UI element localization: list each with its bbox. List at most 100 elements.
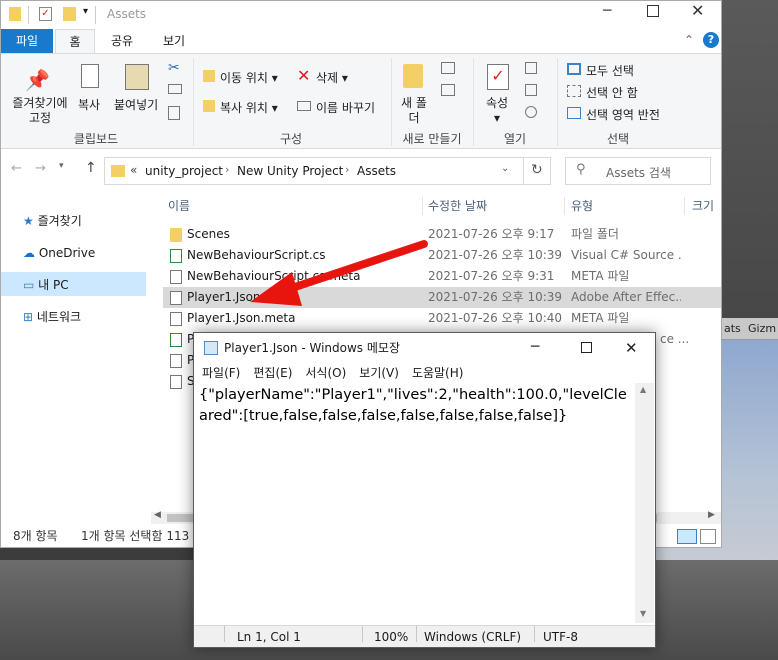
move-to-button[interactable]: 이동 위치 ▾ bbox=[220, 69, 278, 86]
column-header-type[interactable]: 유형 bbox=[571, 195, 593, 217]
new-group-label: 새로 만들기 bbox=[402, 132, 462, 146]
select-all-button[interactable]: 모두 선택 bbox=[586, 62, 634, 79]
scroll-left-icon[interactable]: ◀ bbox=[154, 510, 161, 520]
menu-edit[interactable]: 편집(E) bbox=[253, 366, 292, 380]
cursor-position: Ln 1, Col 1 bbox=[237, 630, 301, 644]
copy-path-icon[interactable] bbox=[168, 84, 182, 94]
scroll-up-icon[interactable]: ▲ bbox=[640, 385, 646, 394]
column-divider bbox=[422, 197, 423, 215]
history-icon[interactable] bbox=[525, 106, 537, 118]
notepad-text-area[interactable]: {"playerName":"Player1","lives":2,"healt… bbox=[199, 385, 631, 617]
file-type: ce ... bbox=[660, 332, 690, 346]
rename-icon bbox=[297, 101, 311, 111]
breadcrumb-separator-icon: › bbox=[345, 163, 350, 176]
scroll-down-icon[interactable]: ▼ bbox=[640, 609, 646, 618]
breadcrumb-unity-project[interactable]: unity_project bbox=[145, 164, 223, 178]
menu-file[interactable]: 파일(F) bbox=[202, 366, 240, 380]
menu-help[interactable]: 도움말(H) bbox=[412, 366, 464, 380]
tab-file[interactable]: 파일 bbox=[1, 29, 53, 53]
column-header-name[interactable]: 이름 bbox=[168, 195, 190, 217]
customize-quick-access-icon[interactable]: ▾ bbox=[83, 6, 88, 17]
tab-share[interactable]: 공유 bbox=[101, 29, 143, 53]
select-group-label: 선택 bbox=[606, 132, 630, 146]
properties-icon: ✓ bbox=[487, 64, 509, 90]
item-count: 8개 항목 bbox=[13, 529, 58, 543]
file-date: 2021-07-26 오후 9:31 bbox=[428, 269, 555, 283]
new-item-icon[interactable] bbox=[441, 62, 455, 74]
details-view-icon[interactable] bbox=[677, 529, 697, 544]
paste-icon bbox=[125, 64, 149, 90]
paste-shortcut-icon[interactable] bbox=[168, 106, 180, 120]
copy-button[interactable]: 복사 bbox=[78, 96, 100, 113]
new-folder-quick-icon[interactable] bbox=[63, 7, 76, 21]
cut-icon[interactable]: ✂ bbox=[168, 60, 180, 76]
select-none-icon bbox=[567, 85, 581, 97]
copy-to-button[interactable]: 복사 위치 ▾ bbox=[220, 99, 278, 116]
invert-selection-button[interactable]: 선택 영역 반전 bbox=[586, 106, 660, 123]
new-folder-icon bbox=[403, 64, 423, 88]
help-icon[interactable]: ? bbox=[703, 32, 719, 48]
folder-icon bbox=[170, 228, 182, 242]
nav-item-this-pc[interactable]: ▭ 내 PC bbox=[23, 273, 69, 297]
scroll-right-icon[interactable]: ▶ bbox=[708, 510, 715, 520]
properties-quick-icon[interactable]: ✓ bbox=[39, 7, 52, 21]
select-none-button[interactable]: 선택 안 함 bbox=[586, 84, 638, 101]
tab-view[interactable]: 보기 bbox=[153, 29, 195, 53]
up-icon[interactable]: ↑ bbox=[85, 160, 97, 176]
navigation-pane: ★ 즐겨찾기 ☁ OneDrive ▭ 내 PC ⊞ 네트워크 bbox=[1, 191, 163, 513]
unity-editor-background bbox=[722, 0, 778, 320]
search-box[interactable]: ⚲ Assets 검색 bbox=[565, 157, 711, 185]
open-group-label: 열기 bbox=[503, 132, 527, 146]
new-folder-button[interactable]: 새 폴더 bbox=[399, 96, 429, 126]
pin-to-quick-access-button[interactable]: 즐겨찾기에 고정 bbox=[5, 96, 75, 126]
close-icon[interactable]: ✕ bbox=[625, 333, 638, 363]
cloud-icon: ☁ bbox=[23, 246, 35, 260]
pin-icon: 📌 bbox=[25, 68, 50, 92]
maximize-icon[interactable] bbox=[647, 5, 659, 17]
maximize-icon[interactable] bbox=[581, 342, 592, 353]
nav-item-onedrive[interactable]: ☁ OneDrive bbox=[23, 241, 95, 265]
selection-info: 1개 항목 선택함 113 bbox=[81, 529, 190, 543]
file-date: 2021-07-26 오후 9:17 bbox=[428, 227, 555, 241]
group-separator bbox=[473, 58, 474, 146]
column-header-size[interactable]: 크기 bbox=[692, 195, 714, 217]
invert-selection-icon bbox=[567, 107, 581, 119]
red-arrow-annotation bbox=[250, 240, 428, 306]
breadcrumb-new-unity-project[interactable]: New Unity Project bbox=[237, 164, 343, 178]
delete-button[interactable]: 삭제 ▾ bbox=[316, 69, 348, 86]
delete-icon: ✕ bbox=[297, 66, 311, 85]
group-separator bbox=[557, 58, 558, 146]
notepad-menu-bar: 파일(F) 편집(E) 서식(O) 보기(V) 도움말(H) bbox=[194, 363, 655, 383]
column-header-date[interactable]: 수정한 날짜 bbox=[428, 195, 487, 217]
refresh-icon[interactable]: ↻ bbox=[531, 162, 543, 178]
clipboard-group-label: 클립보드 bbox=[73, 132, 119, 146]
recent-locations-icon[interactable]: ▾ bbox=[59, 161, 64, 171]
large-icons-view-icon[interactable] bbox=[700, 529, 716, 544]
vertical-scrollbar[interactable]: ▲ ▼ bbox=[635, 383, 654, 623]
back-icon[interactable]: ← bbox=[11, 161, 22, 176]
open-icon[interactable] bbox=[525, 62, 537, 74]
tab-home[interactable]: 홈 bbox=[55, 29, 95, 53]
breadcrumb-assets[interactable]: Assets bbox=[357, 164, 396, 178]
status-divider bbox=[224, 626, 225, 642]
status-divider bbox=[416, 626, 417, 642]
menu-view[interactable]: 보기(V) bbox=[359, 366, 399, 380]
nav-item-quick-access[interactable]: ★ 즐겨찾기 bbox=[23, 209, 82, 233]
minimize-icon[interactable]: ─ bbox=[603, 3, 611, 19]
address-dropdown-icon[interactable]: ⌄ bbox=[501, 163, 509, 174]
address-bar[interactable]: « unity_project › New Unity Project › As… bbox=[104, 157, 551, 185]
rename-button[interactable]: 이름 바꾸기 bbox=[316, 99, 375, 116]
collapse-ribbon-icon[interactable]: ⌃ bbox=[684, 33, 694, 47]
file-date: 2021-07-26 오후 10:39 bbox=[428, 290, 563, 304]
close-icon[interactable]: ✕ bbox=[691, 1, 704, 20]
forward-icon[interactable]: → bbox=[35, 161, 46, 176]
edit-icon[interactable] bbox=[525, 84, 537, 96]
file-icon bbox=[170, 354, 182, 368]
breadcrumb-overflow[interactable]: « bbox=[130, 163, 137, 177]
menu-format[interactable]: 서식(O) bbox=[305, 366, 346, 380]
easy-access-icon[interactable] bbox=[441, 84, 455, 96]
properties-button[interactable]: 속성 ▾ bbox=[486, 96, 508, 126]
minimize-icon[interactable]: ─ bbox=[531, 332, 539, 362]
paste-button[interactable]: 붙여넣기 bbox=[114, 96, 158, 113]
nav-item-network[interactable]: ⊞ 네트워크 bbox=[23, 305, 81, 329]
